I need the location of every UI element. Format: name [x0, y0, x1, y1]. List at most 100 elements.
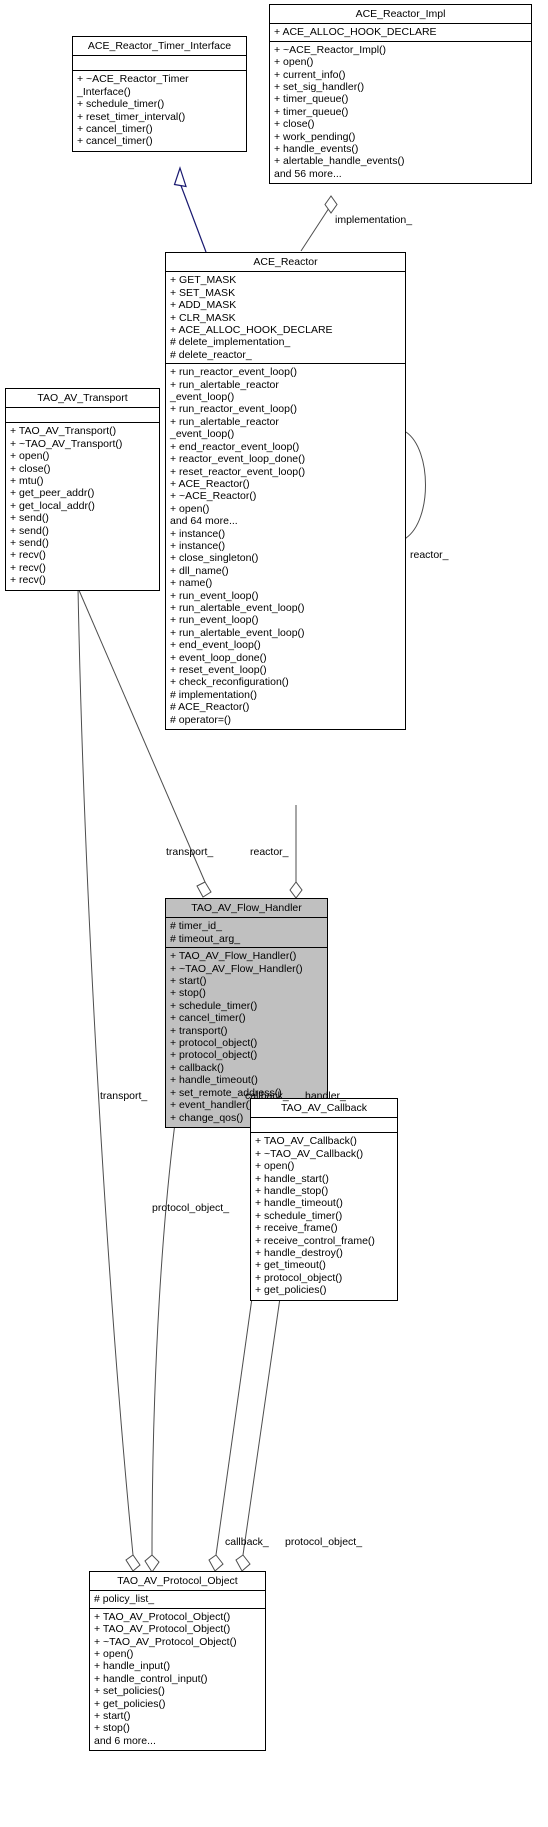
class-member-row: and 64 more... [170, 515, 238, 528]
class-attributes-tao-av-callback [251, 1118, 397, 1134]
class-member-row: + ACE_Reactor() [170, 477, 250, 490]
class-member-row: + close() [274, 118, 315, 131]
class-member-row: + end_event_loop() [170, 639, 261, 652]
class-name-ace-reactor-impl: ACE_Reactor_Impl [270, 5, 531, 25]
class-member-row: + set_sig_handler() [274, 81, 365, 94]
class-member-row: + schedule_timer() [170, 999, 258, 1012]
class-name-tao-av-transport: TAO_AV_Transport [6, 389, 159, 409]
class-member-row: + transport() [170, 1024, 228, 1037]
class-box-ace-reactor-timer-interface[interactable]: ACE_Reactor_Timer_Interface + ~ACE_React… [72, 36, 247, 152]
class-member-row: + handle_timeout() [255, 1197, 343, 1210]
class-member-row: + recv() [10, 561, 46, 574]
class-member-row: + TAO_AV_Protocol_Object() [94, 1623, 231, 1636]
class-member-row: + reactor_event_loop_done() [170, 453, 306, 466]
class-member-row: + schedule_timer() [77, 98, 165, 111]
class-member-row: _event_loop() [170, 428, 235, 441]
edge-label-implementation: implementation_ [335, 214, 413, 226]
class-member-row: + TAO_AV_Transport() [10, 425, 117, 438]
class-attributes-ace-reactor-impl: + ACE_ALLOC_HOOK_DECLARE [270, 24, 531, 42]
inheritance-edge-reactor-timer-interface [173, 166, 207, 253]
class-member-row: # delete_reactor_ [170, 348, 252, 361]
class-operations-ace-reactor-timer-interface: + ~ACE_Reactor_Timer _Interface() + schedu… [73, 71, 246, 150]
class-member-row: + cancel_timer() [170, 1012, 246, 1025]
class-member-row: + ~TAO_AV_Transport() [10, 437, 123, 450]
association-edge-reactor-flowhandler [289, 805, 303, 899]
class-member-row: + timer_queue() [274, 105, 349, 118]
class-member-row: + ~ACE_Reactor_Impl() [274, 43, 387, 56]
class-member-row: + get_timeout() [255, 1259, 326, 1272]
edge-label-protocol-object-lower: protocol_object_ [285, 1536, 363, 1548]
class-member-row: + run_reactor_event_loop() [170, 366, 297, 379]
class-box-ace-reactor-impl[interactable]: ACE_Reactor_Impl + ACE_ALLOC_HOOK_DECLAR… [269, 4, 532, 185]
class-member-row: + open() [255, 1160, 295, 1173]
class-member-row: + send() [10, 512, 49, 525]
edge-label-callback-upper: callback_ [245, 1090, 289, 1102]
class-member-row: + handle_start() [255, 1172, 329, 1185]
class-member-row: + stop() [170, 987, 206, 1000]
class-member-row: + ~ACE_Reactor_Timer [77, 73, 189, 86]
class-member-row: + open() [274, 56, 314, 69]
class-member-row: # timeout_arg_ [170, 932, 241, 945]
edge-label-handler: handler_ [305, 1090, 346, 1102]
class-member-row: + open() [94, 1648, 134, 1661]
class-member-row: + protocol_object() [170, 1037, 258, 1050]
class-member-row: + receive_control_frame() [255, 1234, 375, 1247]
class-box-ace-reactor[interactable]: ACE_Reactor + GET_MASK + SET_MASK + ADD_MA… [165, 252, 406, 731]
class-member-row: + cancel_timer() [77, 123, 153, 136]
class-member-row: + run_reactor_event_loop() [170, 403, 297, 416]
class-member-row: + callback() [170, 1061, 224, 1074]
class-member-row: + close_singleton() [170, 552, 259, 565]
class-member-row: and 6 more... [94, 1734, 156, 1747]
class-attributes-tao-av-transport [6, 408, 159, 424]
class-box-tao-av-protocol-object[interactable]: TAO_AV_Protocol_Object # policy_list_ + … [89, 1571, 266, 1752]
class-member-row: + reset_event_loop() [170, 664, 267, 676]
class-member-row: + handle_input() [94, 1660, 171, 1673]
class-member-row: # delete_implementation_ [170, 336, 291, 349]
class-member-row: + recv() [10, 549, 46, 562]
class-member-row: + stop() [94, 1722, 130, 1735]
class-member-row: + check_reconfiguration() [170, 676, 289, 689]
class-member-row: # policy_list_ [94, 1593, 155, 1606]
class-member-row: + handle_timeout() [170, 1074, 258, 1087]
class-member-row: + open() [10, 450, 50, 463]
class-member-row: # ACE_Reactor() [170, 701, 250, 714]
class-member-row: + close() [10, 462, 51, 475]
class-member-row: + get_peer_addr() [10, 487, 95, 500]
class-member-row: + get_policies() [255, 1284, 327, 1297]
class-member-row: + TAO_AV_Callback() [255, 1135, 357, 1148]
association-edge-transport-protocolobject [77, 587, 141, 1572]
class-member-row: + ACE_ALLOC_HOOK_DECLARE [170, 324, 333, 337]
class-member-row: # operator=() [170, 713, 231, 726]
edge-label-protocol-object-mid: protocol_object_ [152, 1202, 230, 1214]
class-box-tao-av-transport[interactable]: TAO_AV_Transport + TAO_AV_Transport() + ~… [5, 388, 160, 591]
class-member-row: + schedule_timer() [255, 1209, 343, 1222]
class-member-row: + handle_control_input() [94, 1672, 208, 1685]
class-member-row: + start() [94, 1710, 131, 1723]
edge-label-callback-lower: callback_ [225, 1536, 269, 1548]
class-attributes-tao-av-flow-handler: # timer_id_ # timeout_arg_ [166, 918, 327, 949]
class-box-tao-av-callback[interactable]: TAO_AV_Callback + TAO_AV_Callback() + ~TA… [250, 1098, 398, 1301]
class-member-row: + timer_queue() [274, 93, 349, 106]
class-member-row: + run_event_loop() [170, 614, 259, 627]
class-member-row: + alertable_handle_events() [274, 155, 405, 168]
class-member-row: + ADD_MASK [170, 299, 237, 312]
class-member-row: + reset_timer_interval() [77, 110, 186, 123]
class-name-ace-reactor: ACE_Reactor [166, 253, 405, 273]
class-member-row: + ~TAO_AV_Protocol_Object() [94, 1635, 237, 1648]
class-member-row: + protocol_object() [255, 1271, 343, 1284]
class-member-row: + send() [10, 537, 49, 550]
class-member-row: + CLR_MASK [170, 311, 236, 324]
class-member-row: + ACE_ALLOC_HOOK_DECLARE [274, 26, 437, 39]
class-member-row: + TAO_AV_Protocol_Object() [94, 1610, 231, 1623]
class-attributes-ace-reactor-timer-interface [73, 56, 246, 72]
class-member-row: + get_local_addr() [10, 499, 95, 512]
class-member-row: + run_alertable_event_loop() [170, 601, 305, 614]
class-member-row: + mtu() [10, 475, 44, 488]
class-operations-ace-reactor-impl: + ~ACE_Reactor_Impl() + open() + current_i… [270, 42, 531, 183]
class-attributes-ace-reactor: + GET_MASK + SET_MASK + ADD_MASK + CLR_MASK… [166, 272, 405, 365]
edge-label-transport-top: transport_ [166, 846, 214, 858]
class-member-row: + handle_destroy() [255, 1247, 343, 1260]
class-member-row: + instance() [170, 527, 226, 540]
class-attributes-tao-av-protocol-object: # policy_list_ [90, 1591, 265, 1609]
class-member-row: + ~TAO_AV_Callback() [255, 1147, 364, 1160]
